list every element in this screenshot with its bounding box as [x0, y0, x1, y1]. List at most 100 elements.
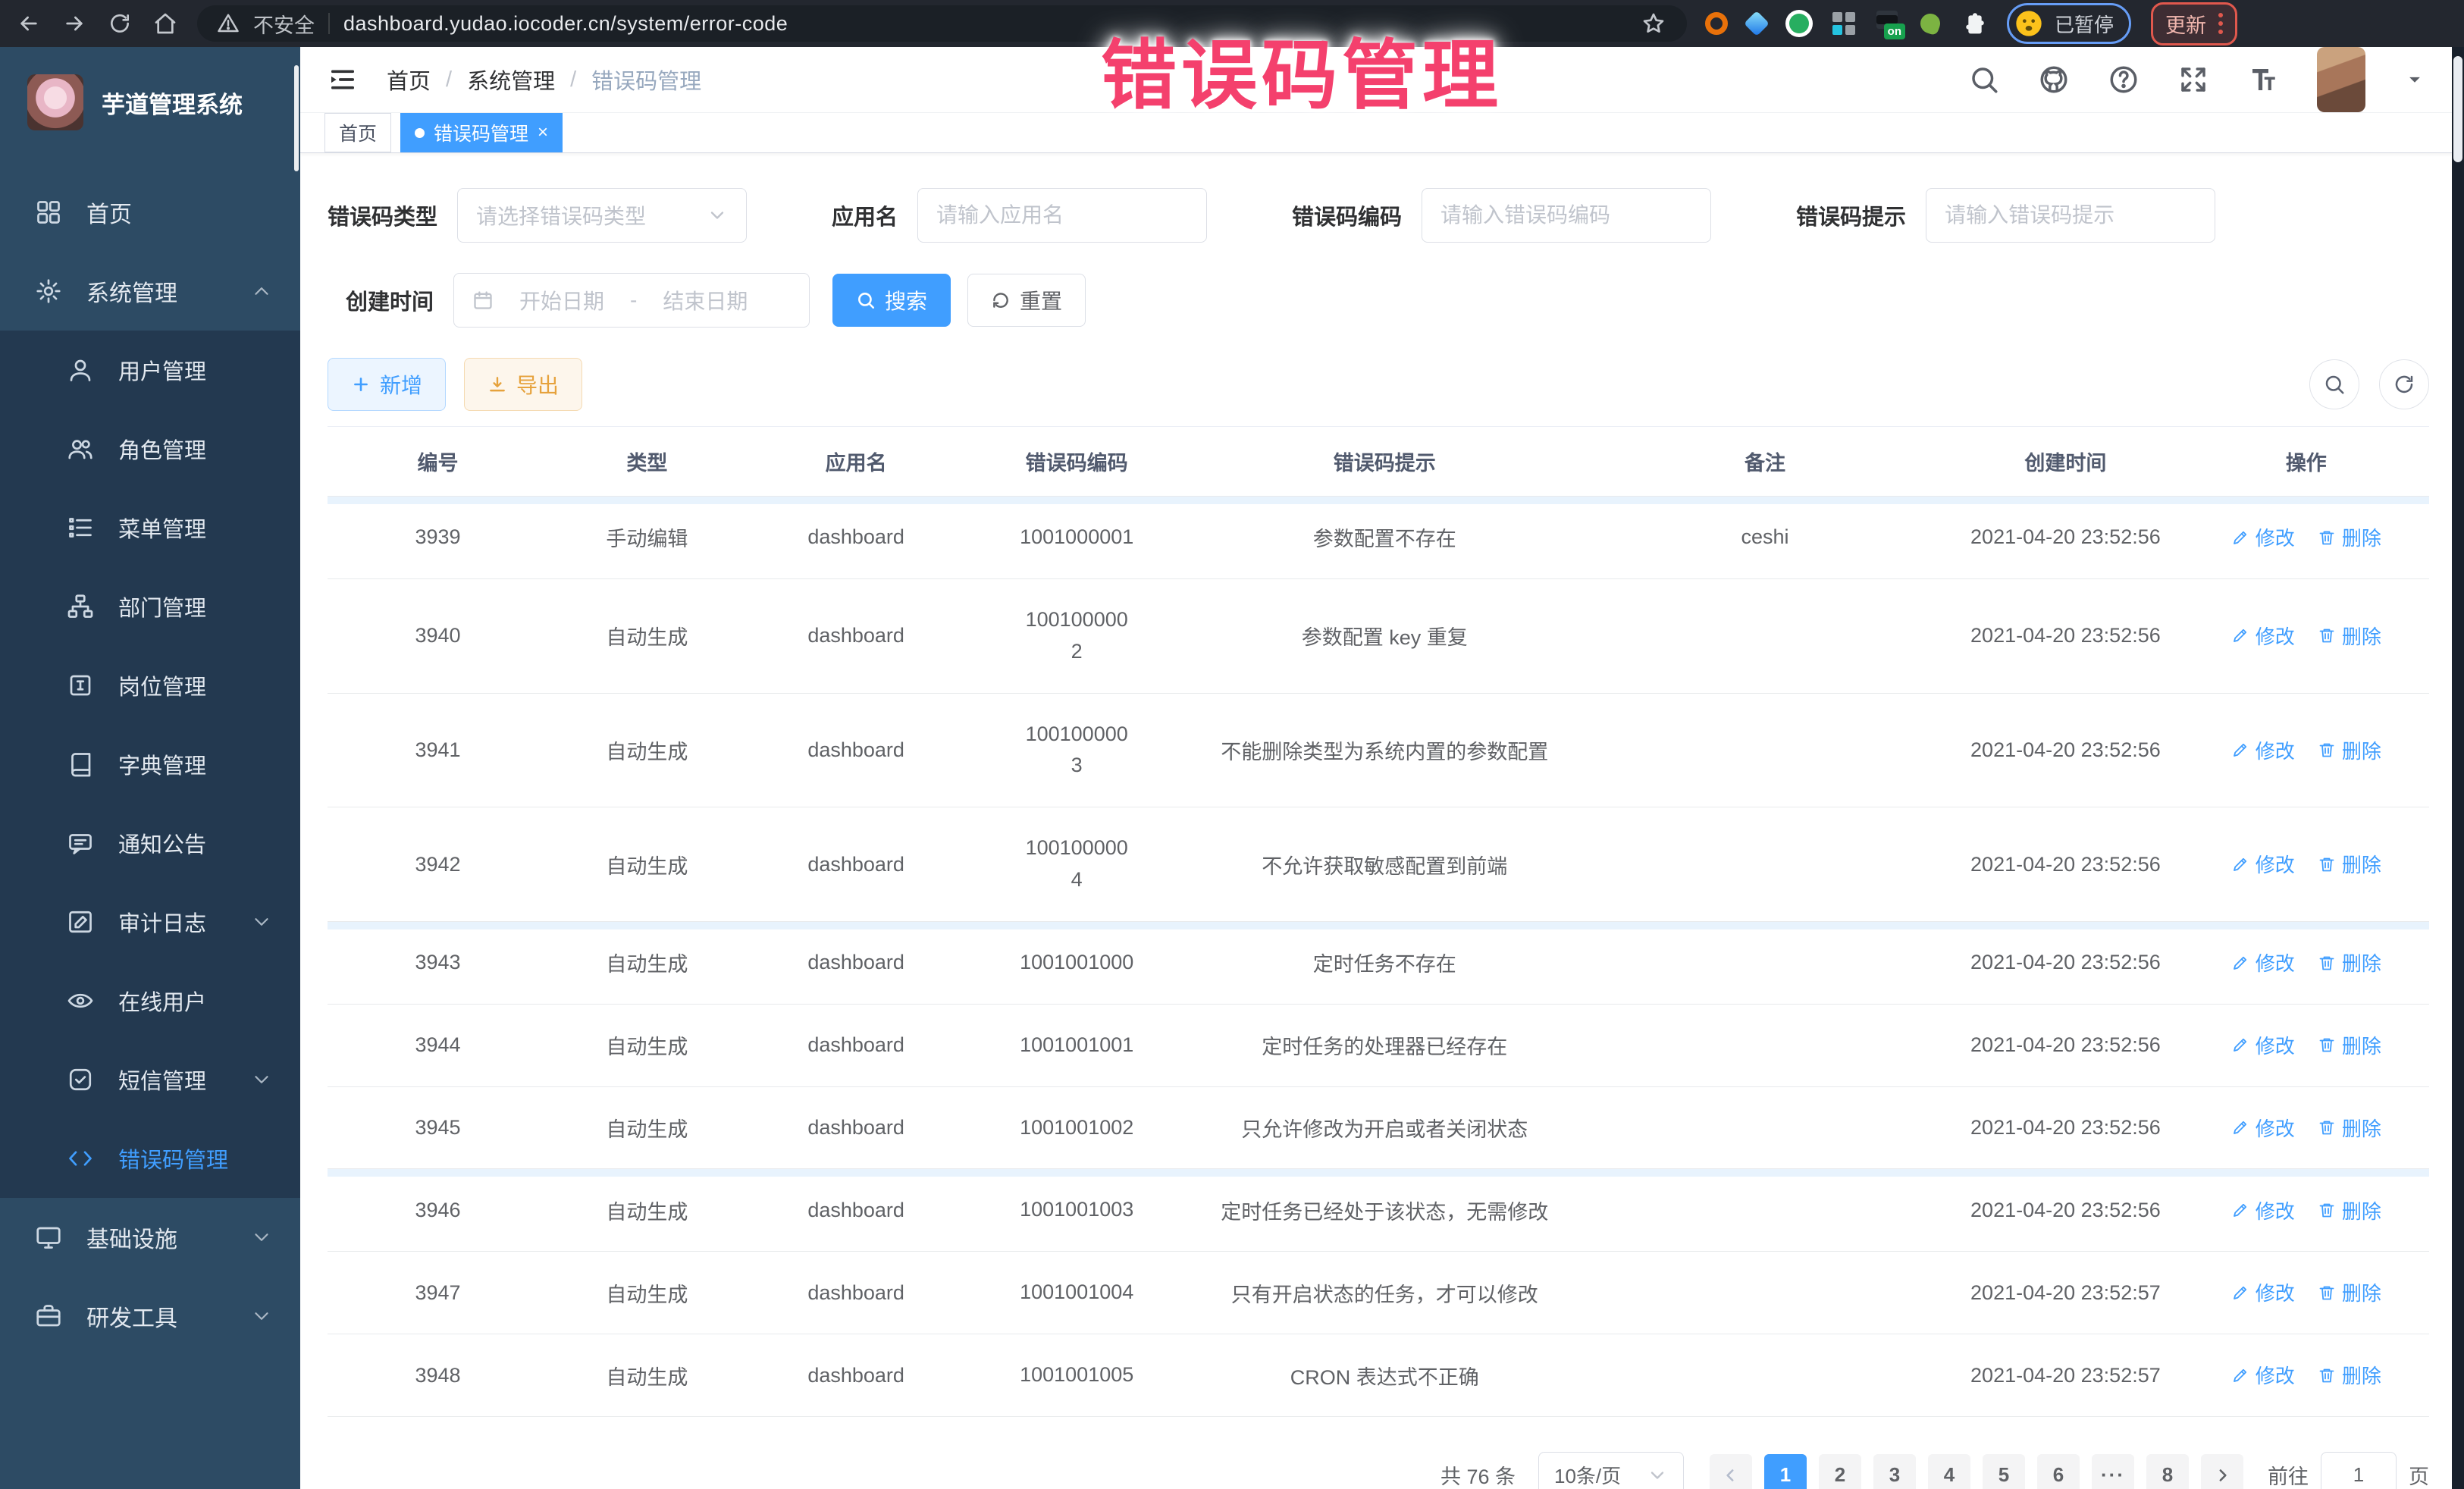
hamburger-icon[interactable]: [328, 64, 358, 95]
browser-profile-chip[interactable]: 已暂停: [2007, 3, 2131, 44]
prev-page-button[interactable]: [1710, 1454, 1752, 1489]
page-ellipsis[interactable]: ···: [2092, 1454, 2134, 1489]
sidebar-item-在线用户[interactable]: 在线用户: [0, 961, 300, 1040]
table-row[interactable]: 3944自动生成dashboard1001001001定时任务的处理器已经存在2…: [328, 1004, 2429, 1086]
extension-icon[interactable]: [1832, 12, 1855, 35]
edit-link[interactable]: 修改: [2231, 622, 2295, 650]
edit-link[interactable]: 修改: [2231, 1278, 2295, 1306]
table-row[interactable]: 3947自动生成dashboard1001001004只有开启状态的任务，才可以…: [328, 1252, 2429, 1334]
page-button-8[interactable]: 8: [2146, 1454, 2189, 1489]
forward-icon[interactable]: [61, 10, 88, 37]
page-size-select[interactable]: 10条/页: [1538, 1452, 1684, 1489]
page-button-4[interactable]: 4: [1928, 1454, 1970, 1489]
sidebar-item-系统管理[interactable]: 系统管理: [0, 252, 300, 331]
delete-link[interactable]: 删除: [2318, 850, 2381, 878]
delete-link[interactable]: 删除: [2318, 1031, 2381, 1059]
sidebar-item-角色管理[interactable]: 角色管理: [0, 409, 300, 488]
page-button-2[interactable]: 2: [1819, 1454, 1861, 1489]
kebab-menu-icon[interactable]: [2218, 13, 2223, 34]
table-row[interactable]: 3943自动生成dashboard1001001000定时任务不存在2021-0…: [328, 921, 2429, 1004]
window-scrollbar[interactable]: [2452, 47, 2464, 1489]
search-icon[interactable]: [1968, 64, 2000, 96]
sidebar-item-基础设施[interactable]: 基础设施: [0, 1198, 300, 1277]
puzzle-extension-icon[interactable]: [1960, 10, 1987, 37]
table-row[interactable]: 3940自动生成dashboard100100000 2参数配置 key 重复2…: [328, 578, 2429, 693]
table-row[interactable]: 3941自动生成dashboard100100000 3不能删除类型为系统内置的…: [328, 693, 2429, 807]
sidebar-item-通知公告[interactable]: 通知公告: [0, 804, 300, 882]
window-scrollbar-thumb[interactable]: [2453, 56, 2462, 162]
edit-link[interactable]: 修改: [2231, 1114, 2295, 1142]
error-code-input[interactable]: [1440, 203, 1692, 227]
delete-link[interactable]: 删除: [2318, 948, 2381, 976]
search-button[interactable]: 搜索: [832, 274, 951, 327]
sidebar-item-错误码管理[interactable]: 错误码管理: [0, 1119, 300, 1198]
table-row[interactable]: 3948自动生成dashboard1001001005CRON 表达式不正确20…: [328, 1334, 2429, 1417]
delete-link[interactable]: 删除: [2318, 736, 2381, 764]
page-button-3[interactable]: 3: [1873, 1454, 1916, 1489]
help-icon[interactable]: [2108, 64, 2140, 96]
home-browser-icon[interactable]: [152, 10, 179, 37]
sidebar-item-审计日志[interactable]: 审计日志: [0, 882, 300, 961]
reset-button[interactable]: 重置: [967, 274, 1086, 327]
sidebar-item-部门管理[interactable]: 部门管理: [0, 567, 300, 646]
reload-icon[interactable]: [106, 10, 133, 37]
extension-icon[interactable]: on: [1875, 11, 1901, 36]
fullscreen-icon[interactable]: [2177, 64, 2209, 96]
breadcrumb-item[interactable]: 系统管理: [467, 64, 555, 96]
extension-icon[interactable]: [1744, 11, 1770, 36]
delete-link[interactable]: 删除: [2318, 1114, 2381, 1142]
edit-link[interactable]: 修改: [2231, 948, 2295, 976]
table-row[interactable]: 3942自动生成dashboard100100000 4不允许获取敏感配置到前端…: [328, 807, 2429, 922]
sidebar-item-用户管理[interactable]: 用户管理: [0, 331, 300, 409]
goto-page-input[interactable]: [2321, 1452, 2397, 1489]
page-button-5[interactable]: 5: [1983, 1454, 2025, 1489]
delete-link[interactable]: 删除: [2318, 1361, 2381, 1389]
sidebar-logo-row[interactable]: 芋道管理系统: [0, 47, 300, 153]
sidebar-item-首页[interactable]: 首页: [0, 173, 300, 252]
back-icon[interactable]: [15, 10, 42, 37]
refresh-icon[interactable]: [2379, 359, 2429, 409]
extension-icon[interactable]: [1785, 10, 1813, 37]
add-button[interactable]: 新增: [328, 358, 446, 411]
error-hint-input[interactable]: [1945, 203, 2196, 227]
sidebar-item-研发工具[interactable]: 研发工具: [0, 1277, 300, 1356]
delete-link[interactable]: 删除: [2318, 1278, 2381, 1306]
delete-link[interactable]: 删除: [2318, 1196, 2381, 1224]
github-icon[interactable]: [2038, 64, 2070, 96]
edit-link[interactable]: 修改: [2231, 1361, 2295, 1389]
page-button-6[interactable]: 6: [2037, 1454, 2080, 1489]
edit-link[interactable]: 修改: [2231, 736, 2295, 764]
bookmark-star-icon[interactable]: [1640, 10, 1667, 37]
user-avatar[interactable]: [2317, 47, 2365, 112]
url-text[interactable]: dashboard.yudao.iocoder.cn/system/error-…: [343, 12, 788, 36]
tab-首页[interactable]: 首页: [324, 113, 391, 152]
sidebar-scrollbar-thumb[interactable]: [294, 65, 299, 171]
sidebar-item-短信管理[interactable]: 短信管理: [0, 1040, 300, 1119]
export-button[interactable]: 导出: [464, 358, 582, 411]
sidebar-item-菜单管理[interactable]: 菜单管理: [0, 488, 300, 567]
avatar-caret-down-icon[interactable]: [2403, 68, 2426, 91]
edit-link[interactable]: 修改: [2231, 850, 2295, 878]
extension-icon[interactable]: [1917, 11, 1942, 36]
sidebar-item-岗位管理[interactable]: 岗位管理: [0, 646, 300, 725]
delete-link[interactable]: 删除: [2318, 622, 2381, 650]
delete-link[interactable]: 删除: [2318, 523, 2381, 551]
error-type-select[interactable]: 请选择错误码类型: [457, 188, 747, 243]
breadcrumb-item[interactable]: 首页: [387, 64, 431, 96]
edit-link[interactable]: 修改: [2231, 523, 2295, 551]
table-row[interactable]: 3945自动生成dashboard1001001002只允许修改为开启或者关闭状…: [328, 1086, 2429, 1169]
app-name-input[interactable]: [936, 203, 1188, 227]
browser-update-button[interactable]: 更新: [2151, 2, 2237, 45]
table-row[interactable]: 3939手动编辑dashboard1001000001参数配置不存在ceshi2…: [328, 497, 2429, 579]
create-time-range-picker[interactable]: 开始日期 - 结束日期: [453, 273, 810, 328]
address-bar[interactable]: 不安全 dashboard.yudao.iocoder.cn/system/er…: [197, 5, 1687, 42]
edit-link[interactable]: 修改: [2231, 1196, 2295, 1224]
edit-link[interactable]: 修改: [2231, 1031, 2295, 1059]
close-icon[interactable]: ×: [538, 124, 548, 142]
table-row[interactable]: 3946自动生成dashboard1001001003定时任务已经处于该状态，无…: [328, 1169, 2429, 1252]
security-label[interactable]: 不安全: [253, 9, 315, 39]
page-button-1[interactable]: 1: [1764, 1454, 1807, 1489]
sidebar-item-字典管理[interactable]: 字典管理: [0, 725, 300, 804]
extension-icon[interactable]: [1705, 12, 1728, 35]
toggle-search-icon[interactable]: [2309, 359, 2359, 409]
